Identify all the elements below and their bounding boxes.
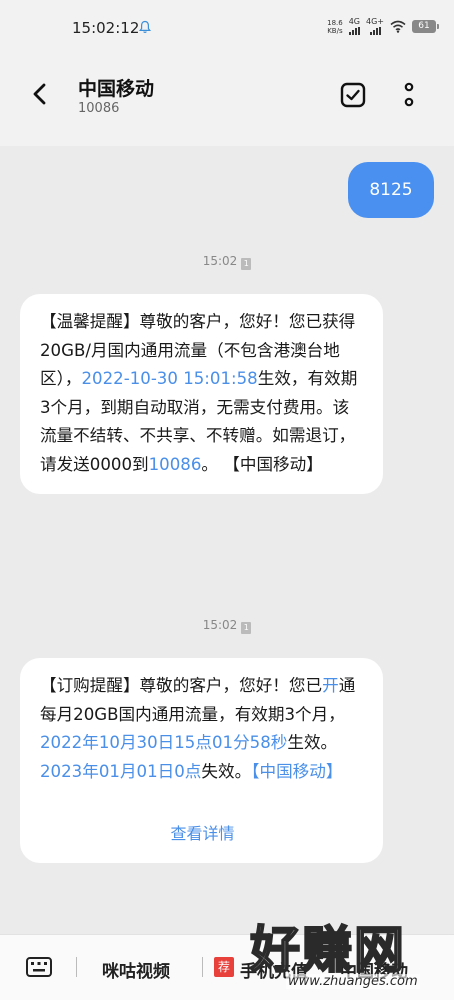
date-link[interactable]: 2022年10月30日15点01分58秒 bbox=[40, 733, 287, 752]
date-link[interactable]: 2022-10-30 15:01:58 bbox=[81, 369, 257, 388]
sim-card-icon: 1 bbox=[241, 258, 252, 270]
checkbox-select-icon bbox=[340, 82, 366, 108]
notification-bell-icon bbox=[138, 20, 152, 33]
message-text: 失效。 bbox=[201, 761, 252, 781]
menu-item-migu-video[interactable]: 咪咕视频 bbox=[102, 957, 170, 982]
back-button[interactable] bbox=[26, 80, 54, 108]
select-button[interactable] bbox=[338, 80, 368, 110]
watermark-logo: 好赚网 www.zhuanges.com bbox=[249, 920, 420, 989]
message-text: 。 bbox=[201, 454, 218, 474]
wifi-icon bbox=[390, 20, 406, 33]
highlight-text: 开 bbox=[322, 676, 339, 695]
message-timestamp: 15:02 1 bbox=[0, 254, 454, 270]
contact-number: 10086 bbox=[78, 101, 120, 116]
received-message-bubble[interactable]: 【温馨提醒】尊敬的客户，您好！您已获得20GB/月国内通用流量（不包含港澳台地区… bbox=[20, 294, 383, 494]
message-list[interactable]: 8125 15:02 1 【温馨提醒】尊敬的客户，您好！您已获得20GB/月国内通… bbox=[0, 146, 454, 934]
menu-divider bbox=[202, 957, 203, 977]
conversation-header: 中国移动 10086 bbox=[0, 54, 454, 146]
more-options-button[interactable] bbox=[394, 78, 424, 112]
message-timestamp: 15:02 1 bbox=[0, 618, 454, 634]
contact-name: 中国移动 bbox=[78, 78, 155, 100]
received-message-bubble[interactable]: 【订购提醒】尊敬的客户，您好！您已开通每月20GB国内通用流量，有效期3个月，2… bbox=[20, 658, 383, 863]
view-details-link[interactable]: 查看详情 bbox=[40, 820, 365, 849]
chevron-left-icon bbox=[33, 83, 46, 105]
status-bar: 15:02:12 18.6 KB/s 4G 4G+ 61 bbox=[0, 0, 454, 54]
message-text: 【订购提醒】尊敬的客户，您好！您已 bbox=[40, 676, 323, 695]
sent-message-bubble[interactable]: 8125 bbox=[348, 162, 434, 218]
signal-sim2: 4G+ bbox=[366, 18, 384, 35]
menu-divider bbox=[76, 957, 77, 977]
signal-bars-icon bbox=[348, 27, 360, 35]
signal-bars-icon bbox=[369, 27, 381, 35]
sim-card-icon: 1 bbox=[241, 622, 252, 634]
message-text: 生效。 bbox=[287, 733, 338, 753]
keyboard-icon[interactable] bbox=[26, 957, 52, 977]
recommend-badge: 荐 bbox=[214, 957, 234, 977]
sender-signature-link[interactable]: 【中国移动】 bbox=[223, 455, 323, 474]
network-speed: 18.6 KB/s bbox=[327, 18, 343, 35]
date-link[interactable]: 2023年01月01日0点 bbox=[40, 762, 201, 781]
battery-icon: 61 bbox=[412, 20, 439, 33]
status-time: 15:02:12 bbox=[72, 19, 140, 37]
more-vertical-icon bbox=[404, 82, 414, 107]
signal-sim1: 4G bbox=[349, 18, 360, 35]
phone-link[interactable]: 10086 bbox=[149, 455, 202, 474]
sender-signature-link[interactable]: 【中国移动】 bbox=[251, 762, 342, 781]
